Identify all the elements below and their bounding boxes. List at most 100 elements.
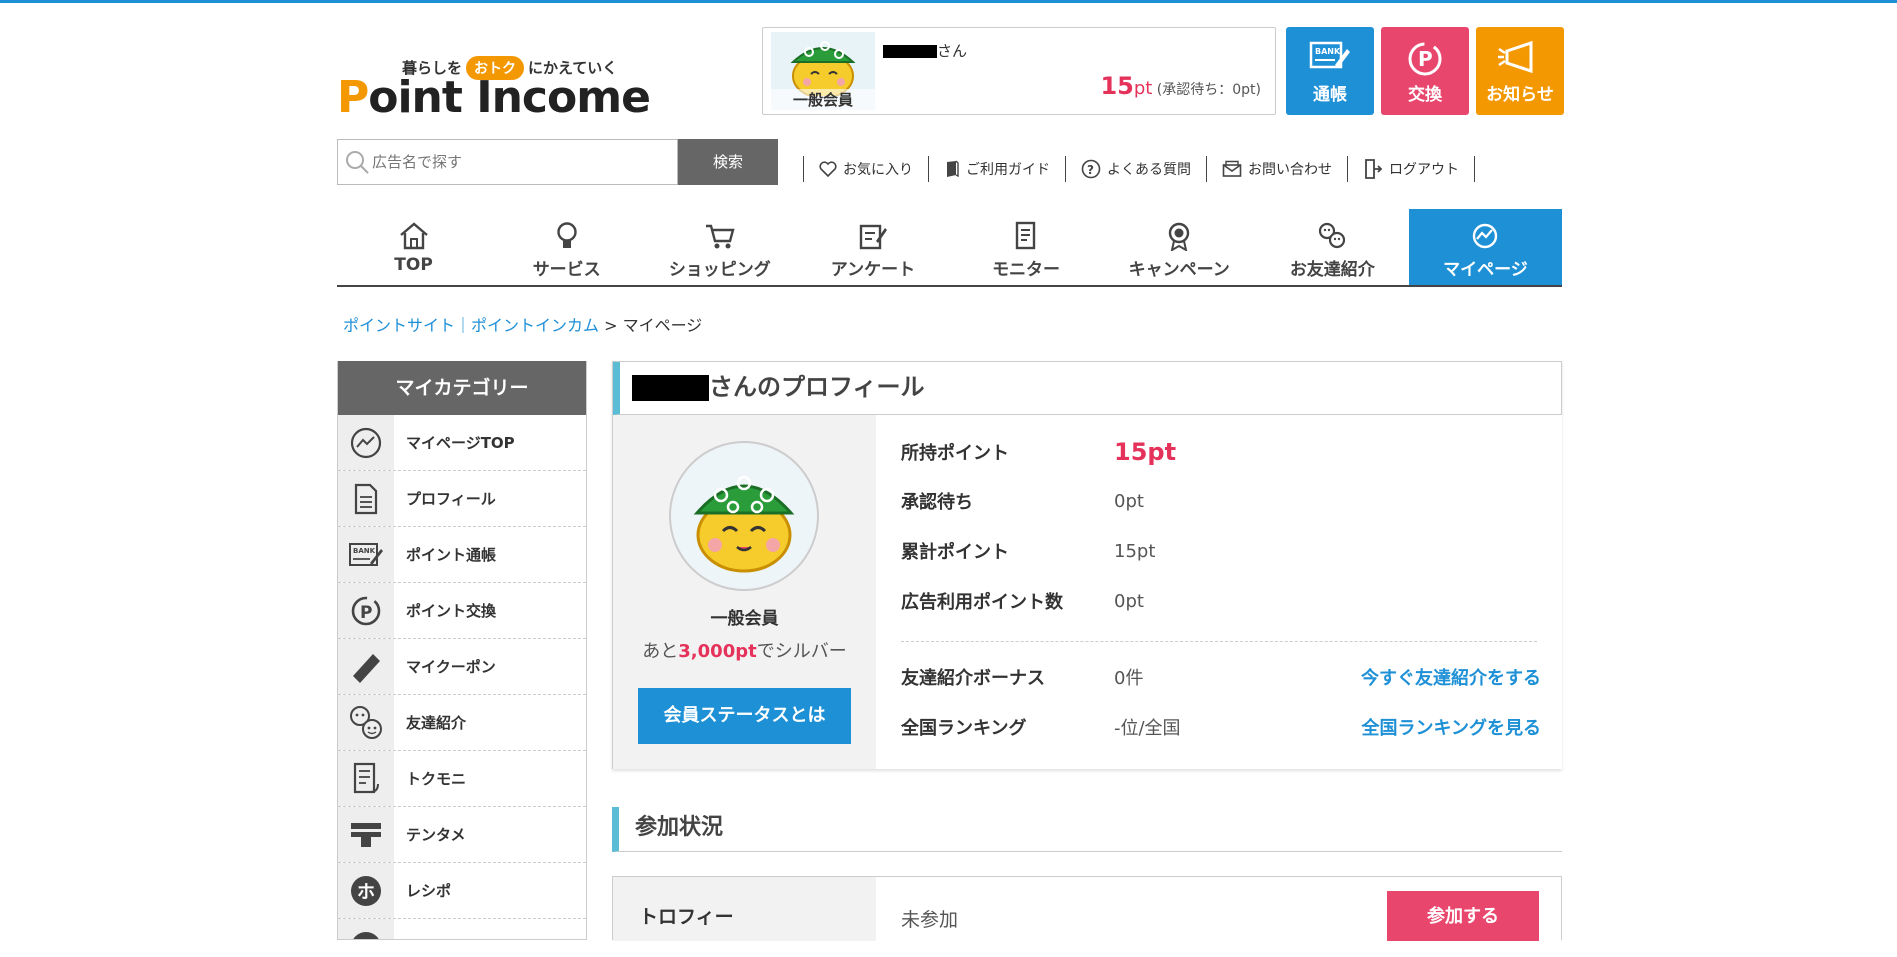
favorites-link[interactable]: お気に入り: [804, 159, 928, 179]
exchange-label: 交換: [1408, 85, 1442, 105]
contact-label: お問い合わせ: [1248, 162, 1332, 178]
stat-value: 0pt: [1114, 490, 1144, 512]
guide-book-icon: [947, 160, 959, 178]
nav-mypage-label: マイページ: [1443, 260, 1528, 280]
nav-mypage[interactable]: マイページ: [1408, 209, 1562, 285]
sidebar-item-label: マイページTOP: [406, 434, 515, 452]
svg-text:P: P: [360, 603, 372, 623]
join-button[interactable]: 参加する: [1387, 891, 1539, 941]
stat-key: 広告利用ポイント数: [901, 592, 1063, 613]
guide-link[interactable]: ご利用ガイド: [929, 159, 1065, 179]
receipt-icon: [950, 221, 1103, 256]
profile-summary: 一般会員 あと3,000ptでシルバー 会員ステータスとは: [613, 415, 876, 769]
mascot-icon: [790, 41, 856, 96]
point-exchange-icon: P: [338, 583, 394, 638]
logout-label: ログアウト: [1389, 162, 1459, 178]
lightbulb-icon: [490, 221, 643, 256]
profile-title-suffix: さんのプロフィール: [709, 373, 925, 401]
stat-row-ranking: 全国ランキング -位/全国 全国ランキングを見る: [901, 712, 1541, 742]
profile-rank: 一般会員: [710, 609, 779, 629]
svg-text:P: P: [1418, 47, 1433, 71]
heart-icon: [819, 161, 837, 177]
receipt-icon: [338, 751, 394, 806]
sidebar-item-label: ポイント交換: [406, 602, 497, 620]
guide-label: ご利用ガイド: [966, 162, 1050, 178]
user-name: さん: [883, 40, 967, 61]
breadcrumb-separator: >: [604, 316, 618, 335]
friends-icon: [338, 695, 394, 750]
nav-top[interactable]: TOP: [337, 209, 490, 285]
next-rank-info: あと3,000ptでシルバー: [613, 637, 876, 663]
survey-icon: [796, 221, 949, 256]
notice-label: お知らせ: [1486, 85, 1554, 105]
search-button[interactable]: 検索: [678, 139, 778, 185]
sidebar-item-profile[interactable]: プロフィール: [338, 471, 586, 527]
nav-service-label: サービス: [532, 260, 601, 280]
sidebar-item-recipo[interactable]: ホ レシポ: [338, 863, 586, 919]
member-status-button[interactable]: 会員ステータスとは: [638, 688, 851, 744]
friends-icon: [1256, 221, 1409, 256]
breadcrumb-current: マイページ: [622, 316, 703, 335]
nav-campaign[interactable]: キャンペーン: [1103, 209, 1256, 285]
trophy-status: 未参加: [901, 909, 959, 931]
next-rank-pre: あと: [642, 641, 679, 662]
nav-monitor[interactable]: モニター: [950, 209, 1103, 285]
home-icon: [337, 221, 490, 256]
nav-top-label: TOP: [394, 255, 433, 275]
logo-p: P: [337, 72, 369, 123]
search-input[interactable]: [372, 140, 672, 184]
medal-icon: [1103, 221, 1256, 256]
nav-friend[interactable]: お友達紹介: [1256, 209, 1409, 285]
sidebar-item-passbook[interactable]: BANK ポイント通帳: [338, 527, 586, 583]
notice-button[interactable]: お知らせ: [1476, 27, 1564, 115]
stat-value: 0pt: [1114, 590, 1144, 612]
nav-campaign-label: キャンペーン: [1128, 260, 1230, 280]
stat-value: 15pt: [1114, 540, 1156, 562]
sidebar-item-exchange[interactable]: P ポイント交換: [338, 583, 586, 639]
stat-row-pending: 承認待ち 0pt: [901, 486, 1541, 516]
sidebar-item-tentame[interactable]: テンタメ: [338, 807, 586, 863]
sidebar-item-coupon[interactable]: マイクーポン: [338, 639, 586, 695]
sidebar-item-tokumoni[interactable]: トクモニ: [338, 751, 586, 807]
contact-link[interactable]: お問い合わせ: [1207, 159, 1347, 179]
stat-row-friend-bonus: 友達紹介ボーナス 0件 今すぐ友達紹介をする: [901, 662, 1541, 692]
nav-survey-label: アンケート: [830, 260, 916, 280]
faq-link[interactable]: ? よくある質問: [1066, 159, 1206, 179]
participation-row: トロフィー 未参加 参加する: [612, 876, 1562, 941]
sidebar-item-label: レシポ: [406, 882, 452, 900]
sidebar-item-label: トクモニ: [406, 770, 467, 788]
point-exchange-icon: P: [1381, 39, 1469, 84]
exchange-button[interactable]: P 交換: [1381, 27, 1469, 115]
logo-rest: oint Income: [368, 72, 651, 123]
nav-shopping[interactable]: ショッピング: [643, 209, 796, 285]
user-summary-card[interactable]: 一般会員 さん 15pt (承認待ち：0pt): [762, 27, 1276, 115]
svg-text:ホ: ホ: [357, 882, 375, 903]
breadcrumb-home-link[interactable]: ポイントサイト｜ポイントインカム: [343, 316, 599, 335]
faq-label: よくある質問: [1107, 162, 1191, 178]
stat-key: 累計ポイント: [901, 542, 1009, 563]
stat-key: 承認待ち: [901, 492, 973, 513]
sidebar-title: マイカテゴリー: [338, 361, 586, 415]
sidebar-item-friend[interactable]: 友達紹介: [338, 695, 586, 751]
redacted-name: [883, 45, 937, 58]
profile-panel: さんのプロフィール 一般会員 あと3,000ptでシルバー 会員ステータスとは …: [612, 361, 1562, 769]
logout-link[interactable]: ログアウト: [1348, 159, 1474, 179]
question-icon: ?: [1081, 159, 1101, 179]
nav-survey[interactable]: アンケート: [796, 209, 949, 285]
passbook-button[interactable]: BANK 通帳: [1286, 27, 1374, 115]
nav-service[interactable]: サービス: [490, 209, 643, 285]
view-ranking-link[interactable]: 全国ランキングを見る: [1362, 714, 1541, 740]
sidebar-item-more[interactable]: [338, 919, 586, 939]
divider: [901, 641, 1537, 642]
stat-row-ad-points: 広告利用ポイント数 0pt: [901, 586, 1541, 616]
redacted-name: [632, 375, 709, 401]
utility-links: お気に入り ご利用ガイド ? よくある質問 お問い合わせ ログアウト: [803, 155, 1475, 183]
sidebar: マイカテゴリー マイページTOP プロフィール BANK ポイント通帳 P ポイ…: [337, 361, 587, 940]
site-logo[interactable]: 暮らしを おトク にかえていく Point Income: [337, 48, 651, 123]
page-wrapper: 暮らしを おトク にかえていく Point Income 一般会員 さん 15pt …: [337, 0, 1564, 941]
stat-key: 全国ランキング: [901, 718, 1027, 739]
invite-friend-link[interactable]: 今すぐ友達紹介をする: [1361, 664, 1541, 690]
stat-row-total: 累計ポイント 15pt: [901, 536, 1541, 566]
sidebar-item-mypage-top[interactable]: マイページTOP: [338, 415, 586, 471]
nav-friend-label: お友達紹介: [1289, 260, 1375, 280]
